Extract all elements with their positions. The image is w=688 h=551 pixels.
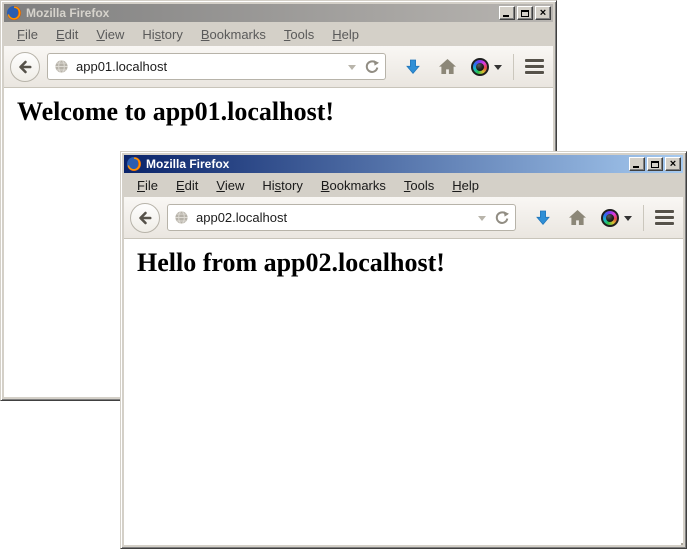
reload-button[interactable] [494,210,510,226]
menu-view[interactable]: View [87,25,133,44]
url-text[interactable]: app01.localhost [76,59,348,74]
download-button[interactable] [404,58,422,76]
menubar: File Edit View History Bookmarks Tools H… [4,22,553,46]
menubar: File Edit View History Bookmarks Tools H… [124,173,683,197]
desktop: Mozilla Firefox × File Edit View History… [0,0,688,551]
url-bar[interactable]: app01.localhost [47,53,386,80]
menu-bookmarks[interactable]: Bookmarks [192,25,275,44]
menu-help[interactable]: Help [443,176,488,195]
urlbar-dropdown-icon[interactable] [478,216,486,225]
hamburger-icon [525,59,544,74]
close-button[interactable]: × [665,157,681,171]
home-button[interactable] [438,58,457,75]
window-controls: × [629,157,681,171]
reload-icon [494,210,510,226]
firefox-window-app02: Mozilla Firefox × File Edit View History… [120,151,687,549]
back-button[interactable] [130,203,160,233]
back-arrow-icon [16,58,34,76]
close-button[interactable]: × [535,6,551,20]
menu-file[interactable]: File [8,25,47,44]
app-menu-button[interactable] [655,210,674,225]
menu-view[interactable]: View [207,176,253,195]
download-icon [534,209,552,227]
minimize-icon [633,166,639,168]
window-controls: × [499,6,551,20]
maximize-icon [521,10,529,17]
menu-file[interactable]: File [128,176,167,195]
back-arrow-icon [136,209,154,227]
maximize-button[interactable] [647,157,663,171]
home-icon [568,209,587,226]
home-button[interactable] [568,209,587,226]
menu-tools[interactable]: Tools [275,25,323,44]
url-text[interactable]: app02.localhost [196,210,478,225]
menu-history[interactable]: History [133,25,191,44]
colorwheel-icon [601,209,619,227]
reload-icon [364,59,380,75]
page-heading: Welcome to app01.localhost! [17,97,553,127]
close-icon: × [540,8,546,18]
home-icon [438,58,457,75]
back-button[interactable] [10,52,40,82]
site-identity-globe-icon[interactable] [54,59,69,74]
firefox-logo-icon [6,5,22,21]
chevron-down-icon [494,65,502,74]
reload-button[interactable] [364,59,380,75]
maximize-button[interactable] [517,6,533,20]
navigation-toolbar: app01.localhost [4,46,553,88]
maximize-icon [651,161,659,168]
colorwheel-icon [471,58,489,76]
addon-colorwheel-button[interactable] [471,58,502,76]
minimize-button[interactable] [499,6,515,20]
minimize-button[interactable] [629,157,645,171]
window-title: Mozilla Firefox [146,157,629,171]
site-identity-globe-icon[interactable] [174,210,189,225]
app-menu-button[interactable] [525,59,544,74]
addon-colorwheel-button[interactable] [601,209,632,227]
navigation-toolbar: app02.localhost [124,197,683,239]
hamburger-icon [655,210,674,225]
chevron-down-icon [624,216,632,225]
toolbar-separator [643,205,644,231]
menu-edit[interactable]: Edit [167,176,207,195]
menu-edit[interactable]: Edit [47,25,87,44]
menu-bookmarks[interactable]: Bookmarks [312,176,395,195]
url-bar[interactable]: app02.localhost [167,204,516,231]
toolbar-separator [513,54,514,80]
urlbar-dropdown-icon[interactable] [348,65,356,74]
window-title: Mozilla Firefox [26,6,499,20]
minimize-icon [503,15,509,17]
menu-tools[interactable]: Tools [395,176,443,195]
close-icon: × [670,159,676,169]
titlebar[interactable]: Mozilla Firefox × [124,155,683,173]
resize-grip[interactable] [677,539,679,541]
download-button[interactable] [534,209,552,227]
titlebar[interactable]: Mozilla Firefox × [4,4,553,22]
menu-history[interactable]: History [253,176,311,195]
download-icon [404,58,422,76]
firefox-logo-icon [126,156,142,172]
page-heading: Hello from app02.localhost! [137,248,683,278]
page-content: Hello from app02.localhost! [124,239,683,545]
menu-help[interactable]: Help [323,25,368,44]
